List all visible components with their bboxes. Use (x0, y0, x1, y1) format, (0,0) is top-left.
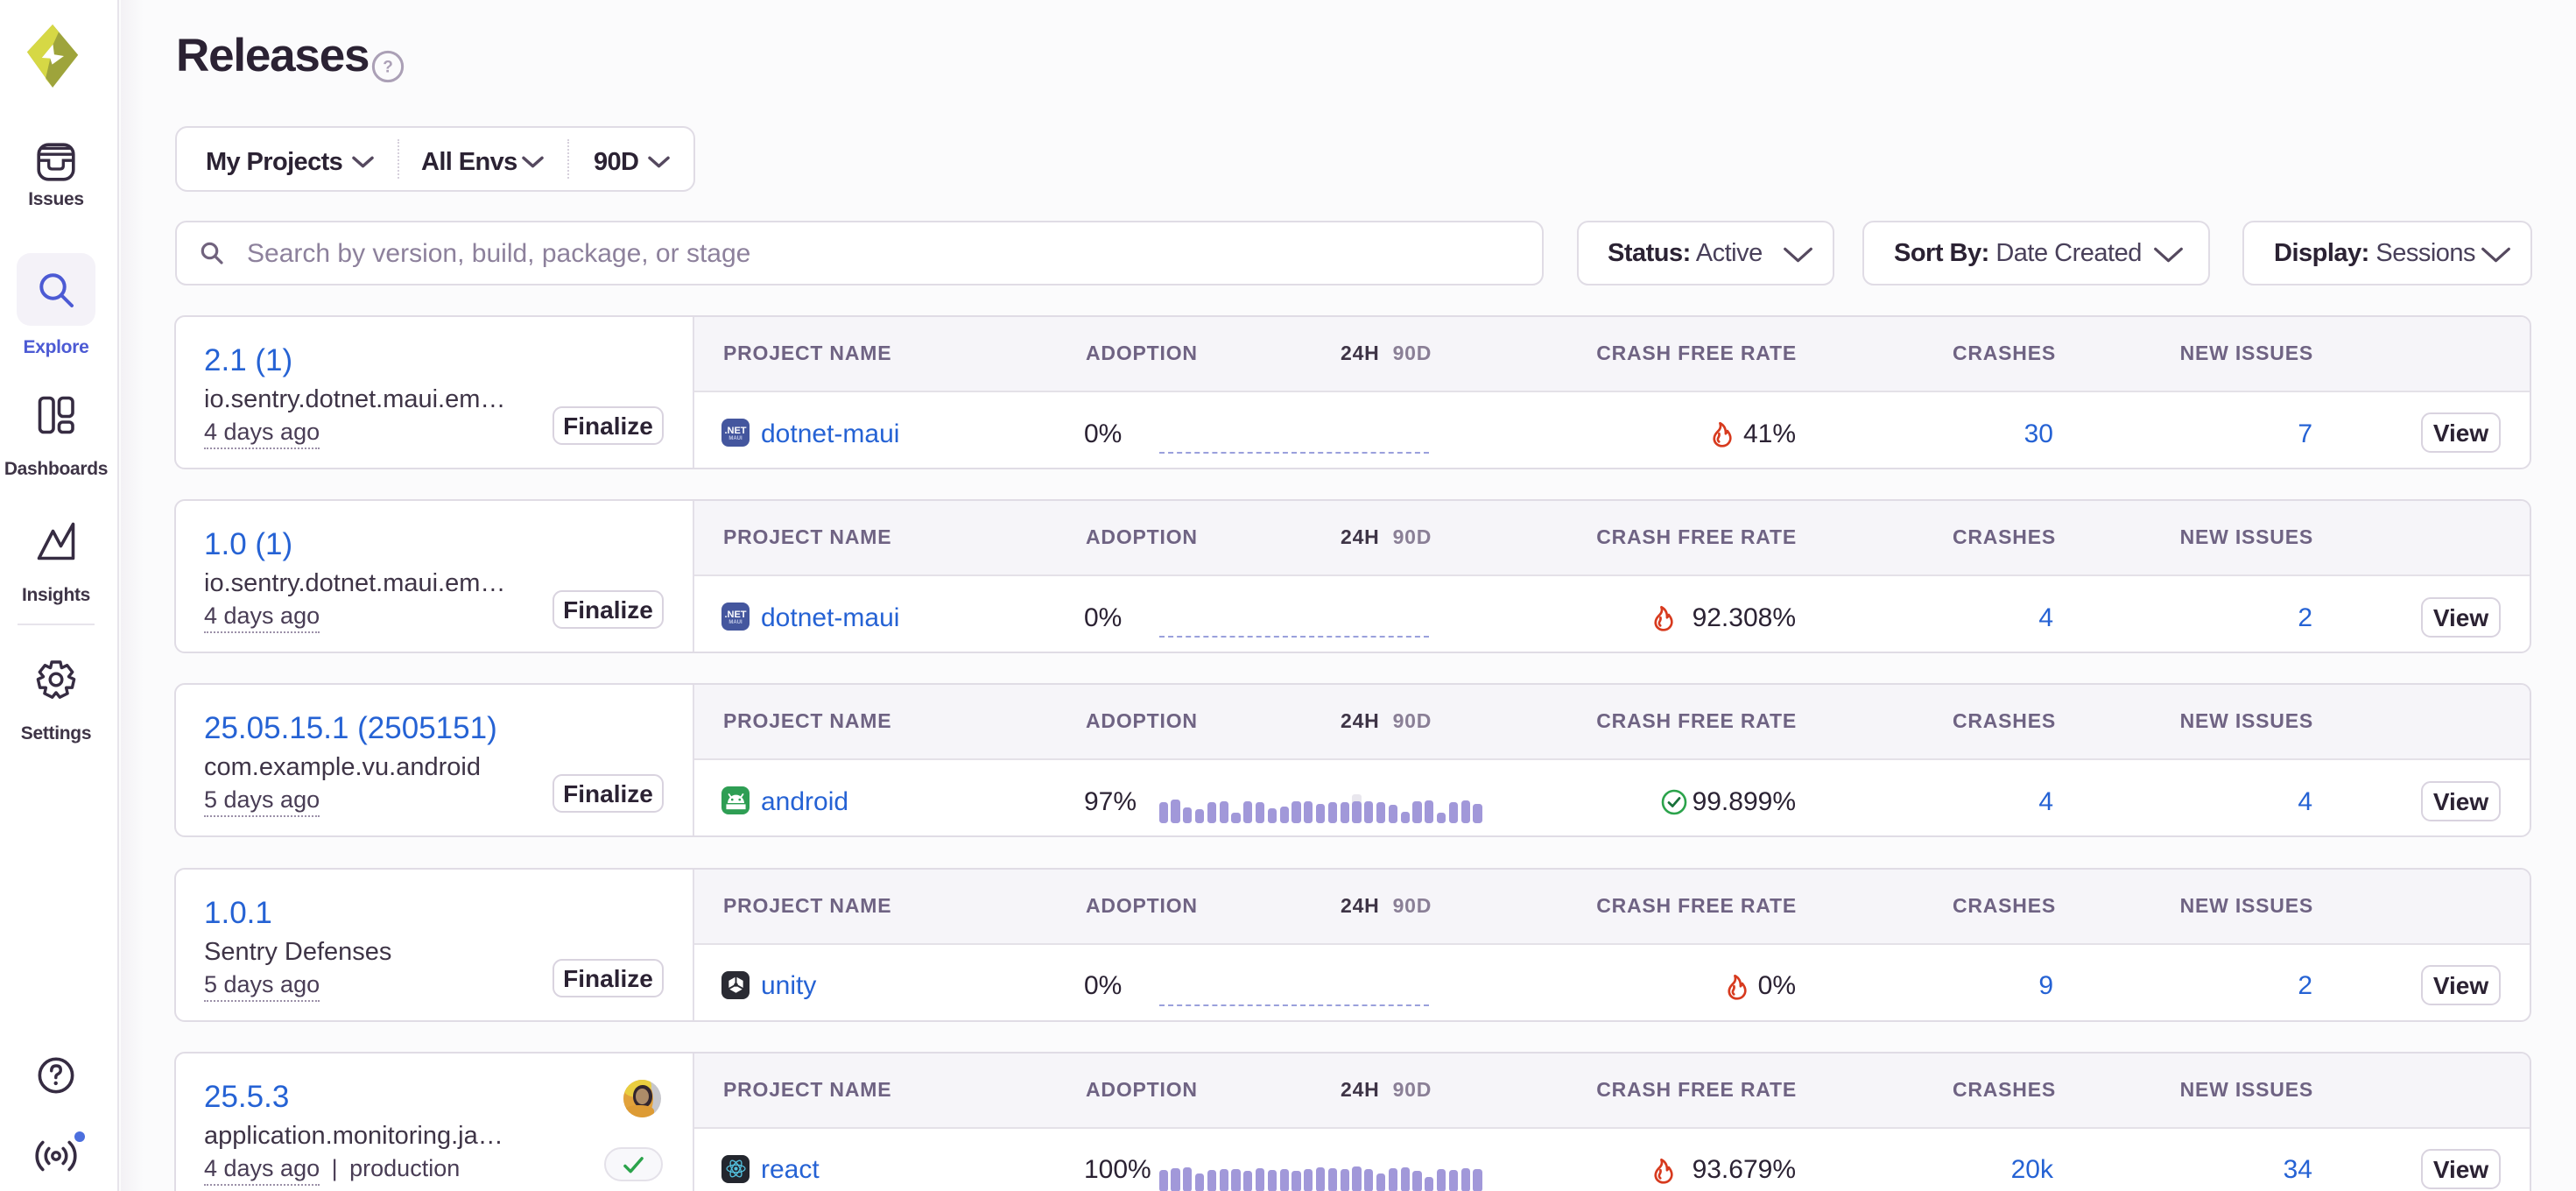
svg-text:?: ? (383, 59, 393, 77)
